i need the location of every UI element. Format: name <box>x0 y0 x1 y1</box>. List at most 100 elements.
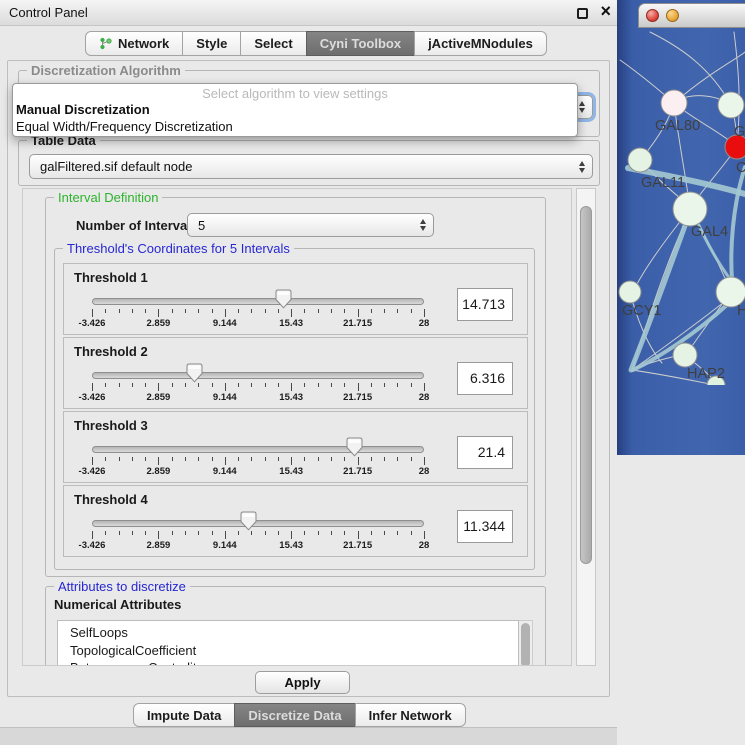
main-scrollbar[interactable] <box>576 188 596 666</box>
network-node[interactable] <box>673 343 697 367</box>
close-icon[interactable]: × <box>600 1 611 22</box>
attribute-item-topologicalcoefficient[interactable]: TopologicalCoefficient <box>58 642 518 660</box>
tab-cyni-toolbox[interactable]: Cyni Toolbox <box>306 31 415 56</box>
tab-label: Network <box>118 36 169 51</box>
slider-ticks <box>92 457 424 466</box>
threshold-2-value-field[interactable]: 6.316 <box>457 362 513 395</box>
threshold-2-slider-track[interactable] <box>92 372 424 379</box>
threshold-1-value-field[interactable]: 14.713 <box>457 288 513 321</box>
minimize-traffic-light-icon[interactable] <box>666 9 679 22</box>
threshold-2-label: Threshold 2 <box>74 344 148 359</box>
network-icon <box>99 37 112 50</box>
dropdown-option-manual-discretization[interactable]: Manual Discretization <box>13 101 577 118</box>
tab-label: Discretize Data <box>248 708 341 723</box>
network-node-label: HAP2 <box>687 366 725 382</box>
group-attributes-to-discretize: Attributes to discretize Numerical Attri… <box>45 586 546 666</box>
network-node-label: C <box>736 160 745 176</box>
main-scrollbar-thumb[interactable] <box>580 206 592 564</box>
threshold-4-slider-track[interactable] <box>92 520 424 527</box>
threshold-3-value-field[interactable]: 21.4 <box>457 436 513 469</box>
network-window-titlebar[interactable] <box>638 3 745 28</box>
network-node[interactable] <box>619 281 641 303</box>
dropdown-hint: Select algorithm to view settings <box>13 86 577 101</box>
algorithm-dropdown: Select algorithm to view settings Manual… <box>12 83 578 137</box>
bottom-tab-infer-network[interactable]: Infer Network <box>355 703 466 727</box>
network-node-label: GAL11 <box>641 175 685 191</box>
slider-ticks <box>92 383 424 392</box>
threshold-3-panel: Threshold 3 -3.4262.8599.14415.4321.71528… <box>63 411 528 483</box>
network-desktop: GAL80GACGAL11GAL4GCY1HHAP2 <box>617 0 745 455</box>
tab-label: jActiveMNodules <box>428 36 533 51</box>
panel-title: Control Panel <box>9 5 88 20</box>
group-interval-definition: Interval Definition Number of Intervals … <box>45 197 546 577</box>
numerical-attributes-heading: Numerical Attributes <box>54 597 181 612</box>
tab-network[interactable]: Network <box>85 31 183 56</box>
threshold-4-panel: Threshold 4 -3.4262.8599.14415.4321.71528… <box>63 485 528 557</box>
group-label-thresholds: Threshold's Coordinates for 5 Intervals <box>63 241 294 256</box>
tab-select[interactable]: Select <box>240 31 306 56</box>
attributes-scrollbar[interactable] <box>519 620 533 666</box>
network-canvas[interactable]: GAL80GACGAL11GAL4GCY1HHAP2 <box>617 0 745 390</box>
tab-label: Cyni Toolbox <box>320 36 401 51</box>
bottom-tab-impute-data[interactable]: Impute Data <box>133 703 235 727</box>
numerical-attributes-list: SelfLoopsTopologicalCoefficientBetweenne… <box>57 620 533 666</box>
close-traffic-light-icon[interactable] <box>646 9 659 22</box>
network-canvas-wrap: GAL80GACGAL11GAL4GCY1HHAP2 <box>617 0 745 390</box>
slider-ticks <box>92 531 424 540</box>
number-of-intervals-value: 5 <box>198 218 205 233</box>
network-edge[interactable] <box>650 32 731 105</box>
table-data-combobox[interactable]: galFiltered.sif default node <box>29 154 593 179</box>
float-icon[interactable] <box>577 8 588 19</box>
combo-arrows-icon <box>420 219 426 231</box>
number-of-intervals-combobox[interactable]: 5 <box>187 213 434 237</box>
network-node[interactable] <box>628 148 652 172</box>
bottom-tab-bar: Impute Data Discretize Data Infer Network <box>133 703 466 727</box>
threshold-1-label: Threshold 1 <box>74 270 148 285</box>
screen: Control Panel × Network Style Select Cyni T… <box>0 0 745 745</box>
apply-button[interactable]: Apply <box>255 671 350 694</box>
control-panel: Control Panel × Network Style Select Cyni T… <box>0 0 617 745</box>
network-node[interactable] <box>718 92 744 118</box>
control-panel-titlebar: Control Panel × <box>0 0 617 26</box>
bottom-tab-discretize-data[interactable]: Discretize Data <box>234 703 355 727</box>
group-table-data: Table Data galFiltered.sif default node <box>18 140 600 186</box>
right-column: GAL80GACGAL11GAL4GCY1HHAP2 Table Panel <box>617 0 745 745</box>
tab-jactivemnodules[interactable]: jActiveMNodules <box>414 31 547 56</box>
settings-scroll-area: Interval Definition Number of Intervals … <box>22 188 572 666</box>
tab-label: Select <box>254 36 292 51</box>
threshold-1-panel: Threshold 1 -3.4262.8599.14415.4321.71528… <box>63 263 528 335</box>
slider-ticks <box>92 309 424 318</box>
tab-label: Infer Network <box>369 708 452 723</box>
network-node-label: H <box>737 303 745 319</box>
threshold-3-slider-track[interactable] <box>92 446 424 453</box>
slider-tick-labels: -3.4262.8599.14415.4321.71528 <box>92 540 424 552</box>
network-node-label: GAL80 <box>655 118 700 134</box>
threshold-4-value-field[interactable]: 11.344 <box>457 510 513 543</box>
combo-arrows-icon <box>579 161 585 173</box>
slider-tick-labels: -3.4262.8599.14415.4321.71528 <box>92 318 424 330</box>
tab-label: Style <box>196 36 227 51</box>
zoom-traffic-light-icon[interactable] <box>686 9 699 22</box>
slider-tick-labels: -3.4262.8599.14415.4321.71528 <box>92 392 424 404</box>
slider-tick-labels: -3.4262.8599.14415.4321.71528 <box>92 466 424 478</box>
attribute-item-betweennesscentrality[interactable]: BetweennessCentrality <box>58 659 518 666</box>
threshold-2-panel: Threshold 2 -3.4262.8599.14415.4321.71528… <box>63 337 528 409</box>
network-edge-thick[interactable] <box>731 167 745 279</box>
threshold-1-slider-track[interactable] <box>92 298 424 305</box>
attribute-item-selfloops[interactable]: SelfLoops <box>58 624 518 642</box>
threshold-4-label: Threshold 4 <box>74 492 148 507</box>
threshold-list: Threshold 1 -3.4262.8599.14415.4321.71528… <box>63 263 528 557</box>
network-node[interactable] <box>673 192 707 226</box>
attributes-scrollbar-thumb[interactable] <box>521 623 530 666</box>
tab-style[interactable]: Style <box>182 31 241 56</box>
top-tab-bar: Network Style Select Cyni Toolbox jActiveMNo… <box>85 31 547 56</box>
group-label-interval-definition: Interval Definition <box>54 190 162 205</box>
group-label-discretization-algorithm: Discretization Algorithm <box>27 63 185 78</box>
tab-label: Impute Data <box>147 708 221 723</box>
network-node[interactable] <box>661 90 687 116</box>
number-of-intervals-label: Number of Intervals <box>76 218 198 233</box>
threshold-3-label: Threshold 3 <box>74 418 148 433</box>
dropdown-option-equal-width-frequency-discretization[interactable]: Equal Width/Frequency Discretization <box>13 118 577 135</box>
combo-arrows-icon <box>579 101 585 113</box>
group-label-attributes: Attributes to discretize <box>54 579 190 594</box>
